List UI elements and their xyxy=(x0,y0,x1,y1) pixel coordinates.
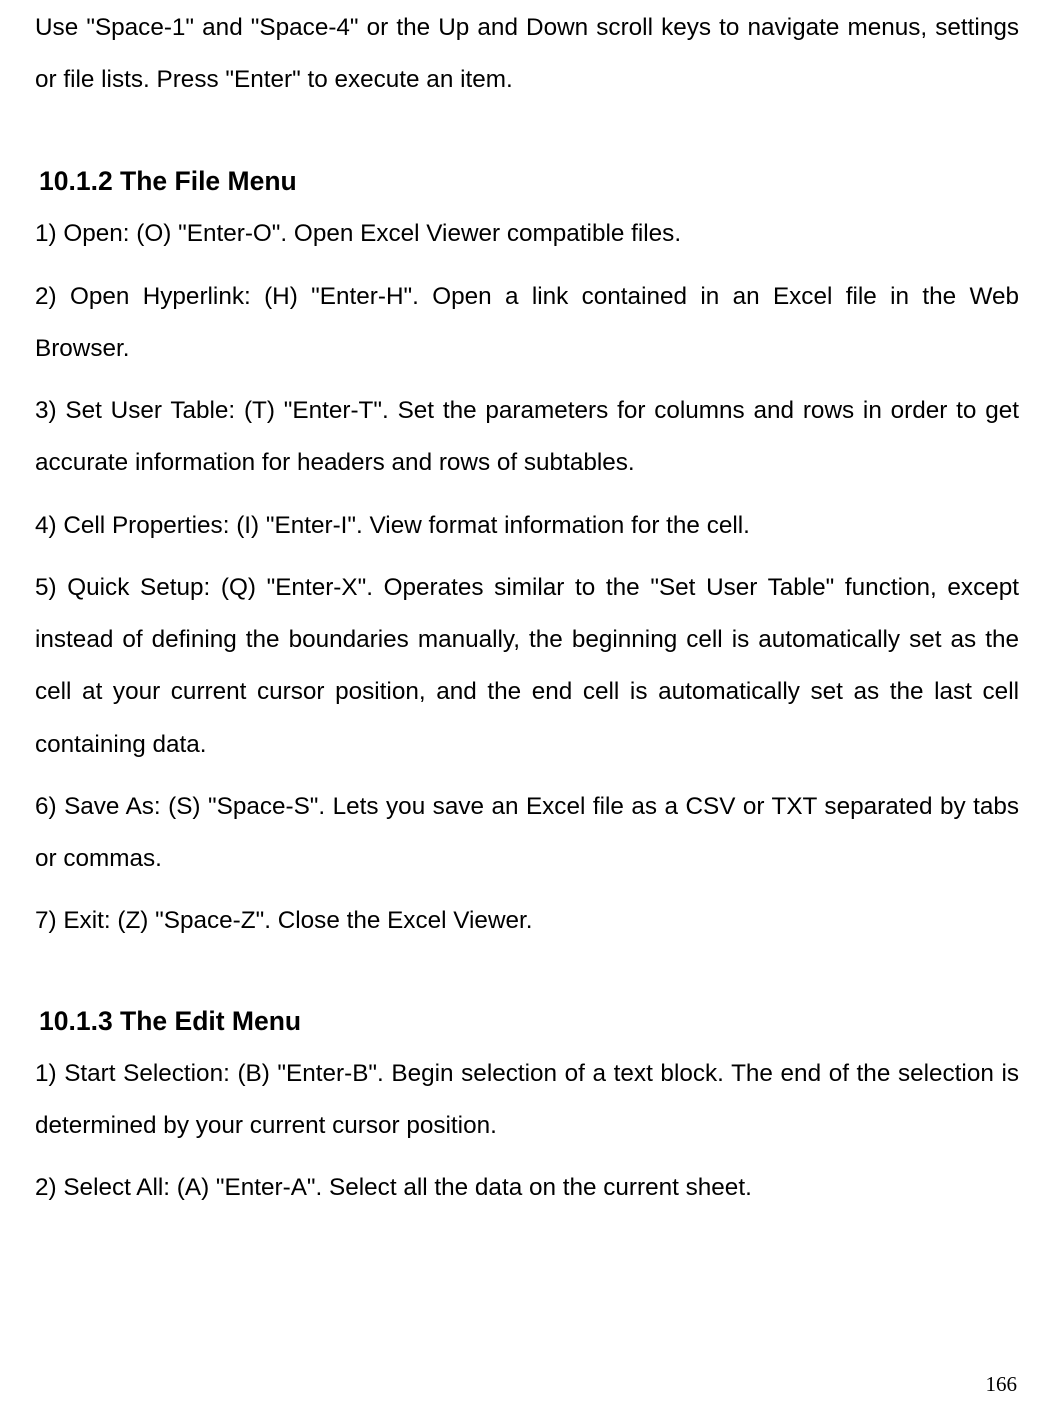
file-menu-item-5: 5) Quick Setup: (Q) "Enter-X". Operates … xyxy=(35,562,1019,771)
file-menu-item-3: 3) Set User Table: (T) "Enter-T". Set th… xyxy=(35,385,1019,489)
edit-menu-item-2: 2) Select All: (A) "Enter-A". Select all… xyxy=(35,1162,1019,1214)
file-menu-item-2: 2) Open Hyperlink: (H) "Enter-H". Open a… xyxy=(35,271,1019,375)
intro-paragraph: Use "Space-1" and "Space-4" or the Up an… xyxy=(35,2,1019,106)
file-menu-item-6: 6) Save As: (S) "Space-S". Lets you save… xyxy=(35,781,1019,885)
document-page: Use "Space-1" and "Space-4" or the Up an… xyxy=(0,2,1039,1214)
edit-menu-item-1: 1) Start Selection: (B) "Enter-B". Begin… xyxy=(35,1048,1019,1152)
page-number: 166 xyxy=(986,1372,1018,1397)
section-heading-edit-menu: 10.1.3 The Edit Menu xyxy=(39,1006,1019,1037)
section-heading-file-menu: 10.1.2 The File Menu xyxy=(39,166,1019,197)
file-menu-item-7: 7) Exit: (Z) "Space-Z". Close the Excel … xyxy=(35,895,1019,947)
file-menu-item-1: 1) Open: (O) "Enter-O". Open Excel Viewe… xyxy=(35,208,1019,260)
file-menu-item-4: 4) Cell Properties: (I) "Enter-I". View … xyxy=(35,500,1019,552)
